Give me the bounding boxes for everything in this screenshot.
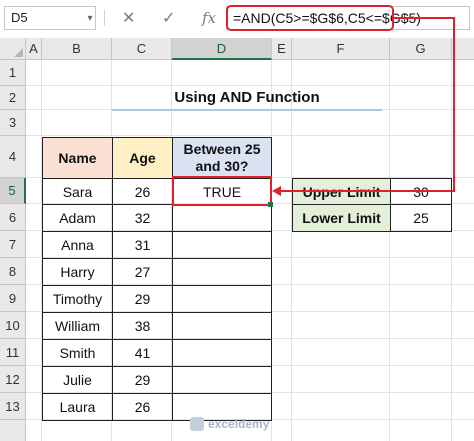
cell-age[interactable]: 32: [112, 204, 173, 232]
cell-age[interactable]: 26: [112, 178, 173, 205]
column-header-c[interactable]: C: [112, 38, 172, 60]
column-header-e[interactable]: E: [272, 38, 292, 60]
formula-bar-buttons: ✕ ✓ fx: [116, 6, 222, 30]
fill-handle[interactable]: [268, 202, 273, 207]
gridline: [26, 135, 474, 136]
lower-limit-label[interactable]: Lower Limit: [292, 204, 391, 232]
cell-age[interactable]: 38: [112, 312, 173, 340]
cell-name[interactable]: Julie: [42, 366, 113, 394]
cell-result[interactable]: [172, 285, 272, 313]
cell-age[interactable]: 31: [112, 231, 173, 259]
gridline: [389, 60, 390, 441]
column-header-d[interactable]: D: [172, 38, 272, 60]
cell-result[interactable]: [172, 204, 272, 232]
row-header-5[interactable]: 5: [0, 178, 26, 204]
cell-result[interactable]: [172, 312, 272, 340]
callout-arrow-segment: [278, 190, 455, 192]
enter-icon[interactable]: ✓: [162, 8, 175, 28]
column-header-g[interactable]: G: [390, 38, 452, 60]
cell-result[interactable]: [172, 339, 272, 367]
select-all-triangle-icon: [14, 48, 23, 57]
header-between[interactable]: Between 25 and 30?: [172, 137, 272, 179]
callout-arrow-segment: [394, 17, 455, 19]
cell-name[interactable]: Harry: [42, 258, 113, 286]
row-header-3[interactable]: 3: [0, 110, 26, 136]
row-header-1[interactable]: 1: [0, 60, 26, 86]
cell-name[interactable]: Timothy: [42, 285, 113, 313]
watermark-text: exceldemy: [208, 417, 270, 431]
selected-cell-highlight: [172, 176, 272, 206]
header-age[interactable]: Age: [112, 137, 173, 179]
cell-result[interactable]: [172, 258, 272, 286]
insert-function-icon[interactable]: fx: [202, 9, 216, 27]
formula-highlight-box: [226, 5, 394, 31]
gridline: [451, 60, 452, 441]
title-underline: [112, 109, 382, 111]
row-header-9[interactable]: 9: [0, 285, 26, 312]
row-header-12[interactable]: 12: [0, 366, 26, 393]
cell-name[interactable]: Smith: [42, 339, 113, 367]
lower-limit-value[interactable]: 25: [390, 204, 452, 232]
header-name[interactable]: Name: [42, 137, 113, 179]
row-header-6[interactable]: 6: [0, 204, 26, 231]
name-box-dropdown-icon[interactable]: ▾: [84, 6, 96, 30]
cell-age[interactable]: 41: [112, 339, 173, 367]
row-header-10[interactable]: 10: [0, 312, 26, 339]
watermark: exceldemy: [190, 413, 269, 435]
cell-result[interactable]: [172, 231, 272, 259]
cell-age[interactable]: 29: [112, 366, 173, 394]
row-header-8[interactable]: 8: [0, 258, 26, 285]
cancel-icon[interactable]: ✕: [122, 8, 135, 28]
cell-name[interactable]: William: [42, 312, 113, 340]
sheet-title: Using AND Function: [174, 88, 320, 106]
row-header-2[interactable]: 2: [0, 86, 26, 110]
row-header-13[interactable]: 13: [0, 393, 26, 420]
callout-arrow-segment: [453, 17, 455, 192]
gridline: [291, 60, 292, 441]
name-box[interactable]: D5: [4, 6, 96, 30]
cell-age[interactable]: 27: [112, 258, 173, 286]
exceldemy-logo-icon: [190, 417, 204, 431]
row-header-7[interactable]: 7: [0, 231, 26, 258]
formula-bar-separator: [104, 10, 105, 26]
row-header-overflow: [0, 420, 26, 441]
row-header-4[interactable]: 4: [0, 136, 26, 178]
column-header-a[interactable]: A: [26, 38, 42, 60]
row-header-11[interactable]: 11: [0, 339, 26, 366]
cell-age[interactable]: 26: [112, 393, 173, 421]
cell-name[interactable]: Laura: [42, 393, 113, 421]
cell-name[interactable]: Adam: [42, 204, 113, 232]
column-header-b[interactable]: B: [42, 38, 112, 60]
column-header-overflow: [452, 38, 474, 60]
column-header-f[interactable]: F: [292, 38, 390, 60]
cell-result[interactable]: [172, 366, 272, 394]
cell-name[interactable]: Anna: [42, 231, 113, 259]
arrowhead-icon: [272, 186, 281, 196]
cell-age[interactable]: 29: [112, 285, 173, 313]
cell-name[interactable]: Sara: [42, 178, 113, 205]
